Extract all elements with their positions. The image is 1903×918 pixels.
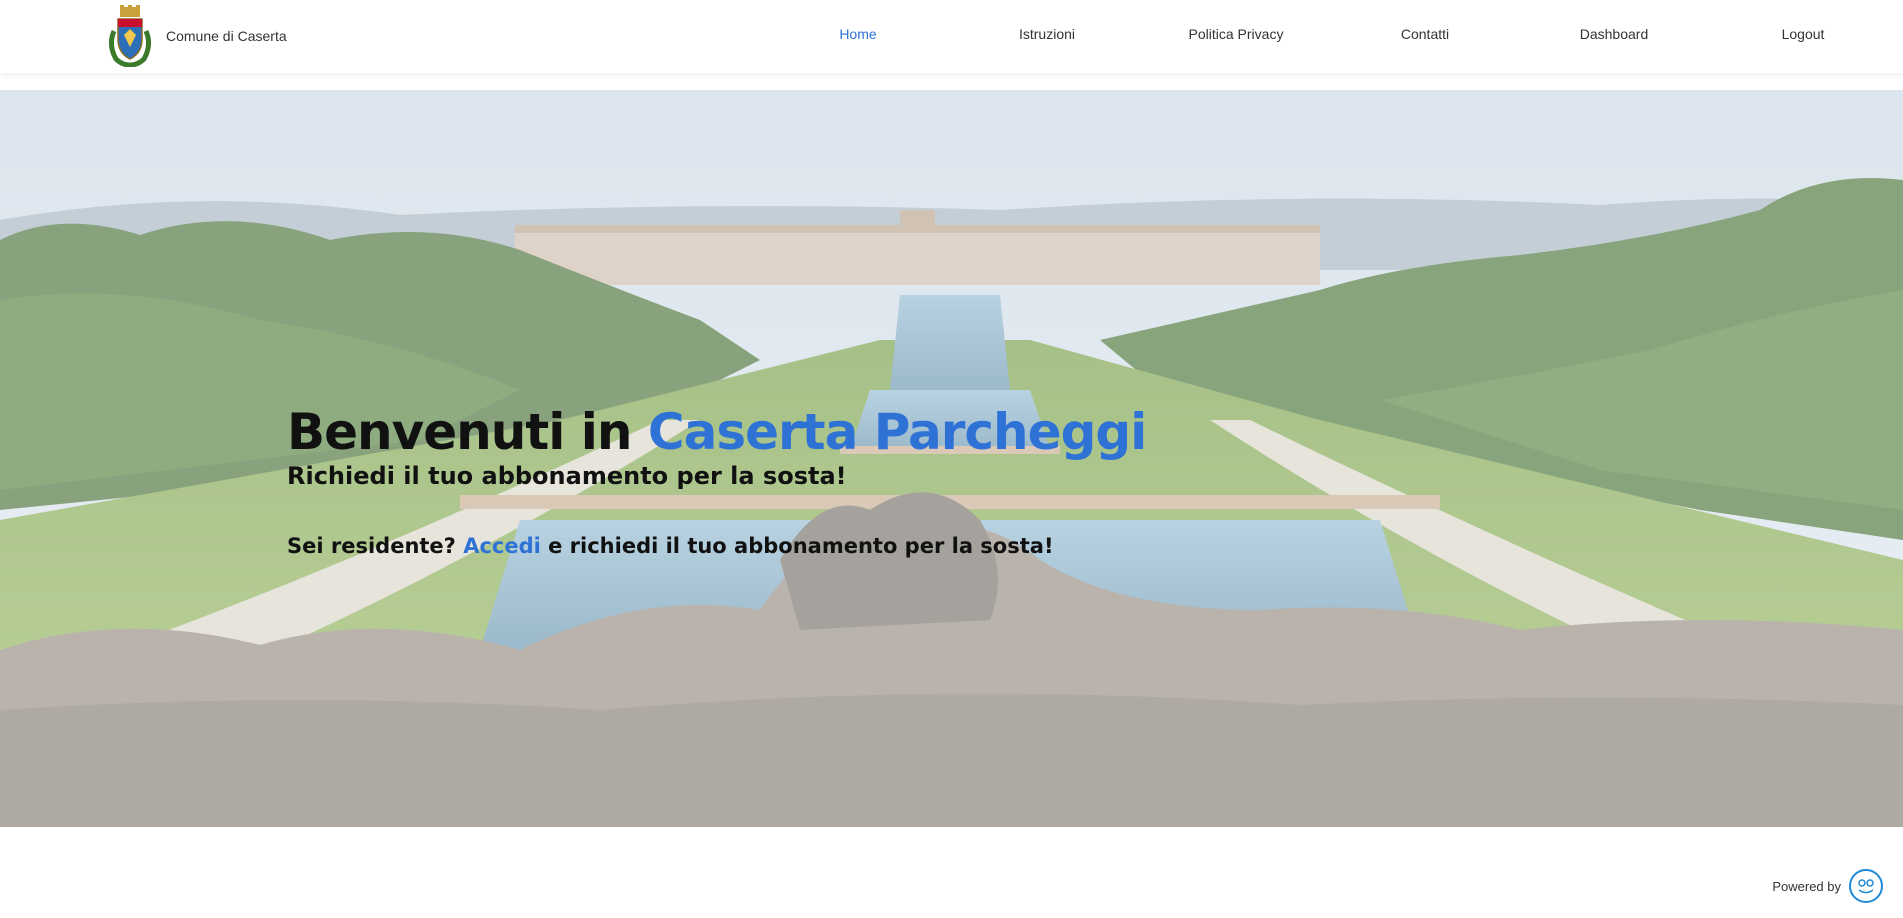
hero-text: Benvenuti in Caserta Parcheggi Richiedi … [287, 403, 1147, 559]
cta-prefix: Sei residente? [287, 534, 464, 558]
powered-by-logo-link[interactable] [1849, 869, 1883, 903]
nav-privacy[interactable]: Politica Privacy [1189, 26, 1284, 42]
hero-title: Benvenuti in Caserta Parcheggi [287, 403, 1147, 461]
main-nav: Home Istruzioni Politica Privacy Contatt… [0, 0, 1903, 73]
top-navbar: Comune di Caserta Home Istruzioni Politi… [0, 0, 1903, 73]
login-link[interactable]: Accedi [463, 534, 541, 558]
footer: Powered by [1772, 869, 1883, 903]
hero-banner: Benvenuti in Caserta Parcheggi Richiedi … [0, 90, 1903, 827]
hero-cta: Sei residente? Accedi e richiedi il tuo … [287, 534, 1146, 558]
powered-by-logo-icon [1858, 879, 1874, 894]
powered-by-label: Powered by [1772, 878, 1841, 894]
hero-title-accent: Caserta Parcheggi [647, 403, 1147, 461]
hero-title-prefix: Benvenuti in [287, 403, 648, 461]
nav-dashboard[interactable]: Dashboard [1580, 26, 1649, 42]
nav-contatti[interactable]: Contatti [1401, 26, 1449, 42]
hero-subtitle: Richiedi il tuo abbonamento per la sosta… [287, 462, 847, 490]
cta-suffix: e richiedi il tuo abbonamento per la sos… [540, 534, 1054, 558]
nav-istruzioni[interactable]: Istruzioni [1019, 26, 1075, 42]
nav-logout[interactable]: Logout [1782, 26, 1825, 42]
nav-home[interactable]: Home [839, 26, 876, 42]
